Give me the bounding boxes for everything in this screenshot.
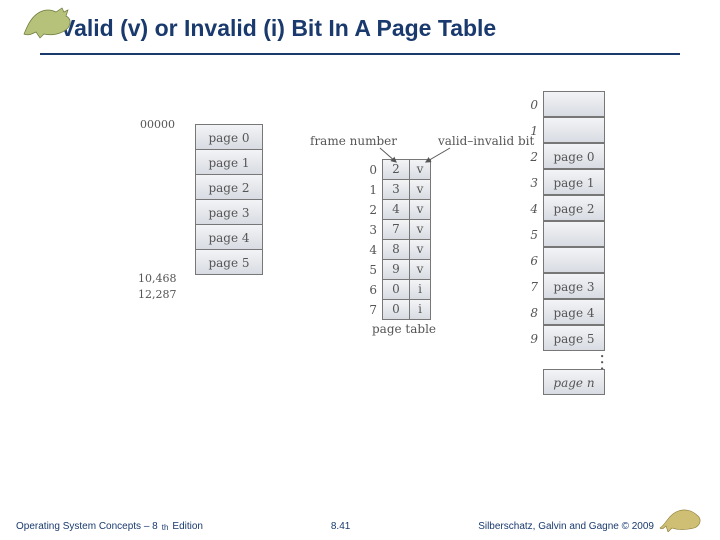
page-table-diagram: 00000 10,468 12,287 page 0 page 1 page 2…: [120, 80, 640, 440]
memory-row: 0: [525, 92, 605, 118]
memory-row: 7page 3: [525, 274, 605, 300]
memory-row: 3page 1: [525, 170, 605, 196]
memory-row: 1: [525, 118, 605, 144]
memory-row: 6: [525, 248, 605, 274]
ellipsis-icon: ···: [543, 352, 605, 370]
dinosaur-top-icon: [22, 4, 78, 40]
memory-row: 9page 5: [525, 326, 605, 352]
memory-row: page n: [525, 370, 605, 395]
memory-row: 8page 4: [525, 300, 605, 326]
memory-row: 2page 0: [525, 144, 605, 170]
physical-memory-table: 0 1 2page 0 3page 1 4page 2 5 6 7page 3 …: [525, 92, 605, 395]
title-underline: [40, 53, 680, 55]
memory-row: 5: [525, 222, 605, 248]
slide-footer: Operating System Concepts – 8th Edition …: [0, 502, 720, 532]
dinosaur-bottom-icon: [658, 502, 704, 532]
slide-number: 8.41: [203, 521, 478, 532]
page-title: Valid (v) or Invalid (i) Bit In A Page T…: [60, 15, 680, 42]
memory-row: 4page 2: [525, 196, 605, 222]
footer-right: Silberschatz, Galvin and Gagne © 2009: [478, 502, 704, 532]
footer-left: Operating System Concepts – 8th Edition: [16, 521, 203, 532]
